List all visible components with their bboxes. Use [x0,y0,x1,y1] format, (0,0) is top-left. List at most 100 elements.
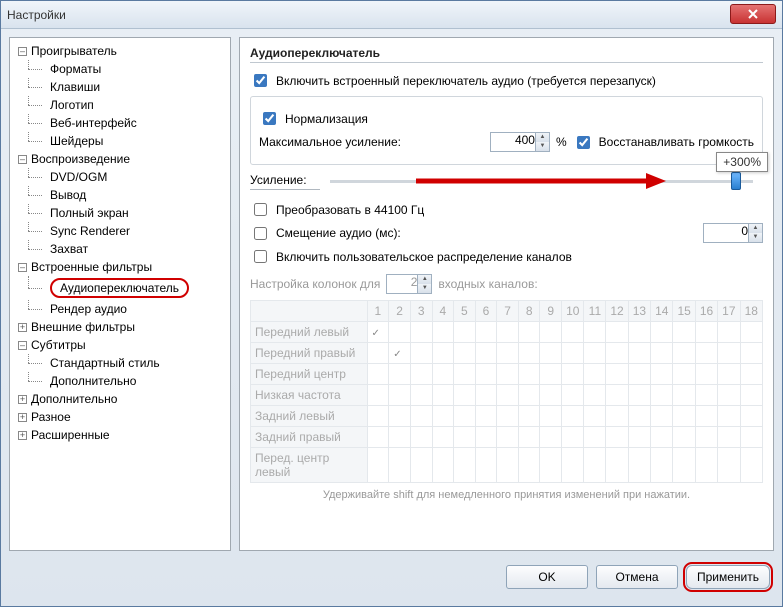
ch-cell [584,406,606,427]
ch-cell [432,427,454,448]
gain-slider[interactable]: +300% [330,180,753,183]
custommap-checkbox[interactable] [254,250,267,263]
normalize-label: Нормализация [285,112,368,126]
ch-col-head: 12 [606,301,628,322]
tree-label: Проигрыватель [31,44,117,58]
ch-cell [367,385,389,406]
close-icon [748,9,758,19]
ch-cell [673,448,695,483]
tree-item-4[interactable]: Веб-интерфейс [10,114,230,132]
normalize-checkbox[interactable] [263,112,276,125]
tree-label: Дополнительно [50,374,136,388]
ch-cell [518,364,540,385]
ch-cell [606,322,628,343]
tree-toggle-icon[interactable]: + [18,323,27,332]
gain-row: Усиление: +300% [250,173,763,190]
apply-button[interactable]: Применить [686,565,770,589]
tree-item-12[interactable]: –Встроенные фильтры [10,258,230,276]
tree-item-1[interactable]: Форматы [10,60,230,78]
ch-cell [389,427,411,448]
settings-window: Настройки –ПроигрывательФорматыКлавишиЛо… [0,0,783,607]
ch-cell [367,448,389,483]
tree-toggle-icon[interactable]: + [18,413,27,422]
tree-item-18[interactable]: Дополнительно [10,372,230,390]
tree-toggle-icon[interactable]: – [18,155,27,164]
tree-item-16[interactable]: –Субтитры [10,336,230,354]
ch-cell [740,343,762,364]
ch-cell [718,406,740,427]
ch-cell [651,448,673,483]
restore-volume-checkbox[interactable] [577,136,590,149]
tree-toggle-icon[interactable]: – [18,263,27,272]
ch-cell [740,448,762,483]
ch-cell [695,343,717,364]
ch-col-head: 9 [540,301,562,322]
maxgain-spinner[interactable]: ▲▼ [535,133,549,151]
ok-button[interactable]: OK [506,565,588,589]
cancel-button[interactable]: Отмена [596,565,678,589]
ch-cell [497,322,519,343]
tree-item-2[interactable]: Клавиши [10,78,230,96]
ch-cell [540,385,562,406]
tree-item-19[interactable]: +Дополнительно [10,390,230,408]
ch-cell [454,322,476,343]
close-button[interactable] [730,4,776,24]
tree-item-0[interactable]: –Проигрыватель [10,42,230,60]
tree-toggle-icon[interactable]: + [18,431,27,440]
enable-switcher-checkbox[interactable] [254,74,267,87]
tree-item-14[interactable]: Рендер аудио [10,300,230,318]
ch-col-head: 17 [718,301,740,322]
tree-item-8[interactable]: Вывод [10,186,230,204]
ch-cell [518,448,540,483]
ch-cell [562,448,584,483]
tree-item-7[interactable]: DVD/OGM [10,168,230,186]
tree-item-15[interactable]: + Внешние фильтры [10,318,230,336]
tree-item-10[interactable]: Sync Renderer [10,222,230,240]
tree-item-9[interactable]: Полный экран [10,204,230,222]
tree-item-3[interactable]: Логотип [10,96,230,114]
tree-item-6[interactable]: –Воспроизведение [10,150,230,168]
ch-cell [367,343,389,364]
maxgain-input[interactable]: 400 ▲▼ [490,132,550,152]
ch-cell [628,427,650,448]
audioshift-input[interactable]: 0 ▲▼ [703,223,763,243]
downsample-checkbox[interactable] [254,203,267,216]
ch-col-head: 15 [673,301,695,322]
tree-toggle-icon[interactable]: – [18,341,27,350]
tree-toggle-icon[interactable]: + [18,395,27,404]
audioshift-checkbox[interactable] [254,227,267,240]
ch-cell [651,406,673,427]
tree-item-20[interactable]: + Разное [10,408,230,426]
ch-cell [410,322,432,343]
ch-row-head: Задний левый [251,406,368,427]
ch-cell [367,406,389,427]
tree-label: Разное [31,410,71,424]
ch-cell [432,406,454,427]
tree-item-17[interactable]: Стандартный стиль [10,354,230,372]
audioshift-spinner[interactable]: ▲▼ [748,224,762,242]
nav-tree[interactable]: –ПроигрывательФорматыКлавишиЛоготипВеб-и… [9,37,231,551]
tree-item-21[interactable]: +Расширенные [10,426,230,444]
ch-cell [410,364,432,385]
ch-col-head: 18 [740,301,762,322]
ch-col-head: 2 [389,301,411,322]
ch-cell [454,448,476,483]
ch-cell [695,385,717,406]
ch-cell [651,364,673,385]
tree-item-11[interactable]: Захват [10,240,230,258]
ch-cell [628,343,650,364]
ch-cell [475,364,497,385]
tree-label: Встроенные фильтры [31,260,152,274]
ch-row-head: Передний центр [251,364,368,385]
ch-col-head: 10 [562,301,584,322]
ch-cell [454,427,476,448]
tree-item-5[interactable]: Шейдеры [10,132,230,150]
tree-item-13[interactable]: Аудиопереключатель [10,276,230,300]
arrow-icon [416,171,666,191]
maxgain-value: 400 [515,133,535,147]
gain-slider-thumb[interactable] [731,172,741,190]
ch-col-head: 4 [432,301,454,322]
ch-cell [584,448,606,483]
tree-toggle-icon[interactable]: – [18,47,27,56]
tree-label: Внешние фильтры [31,320,135,334]
